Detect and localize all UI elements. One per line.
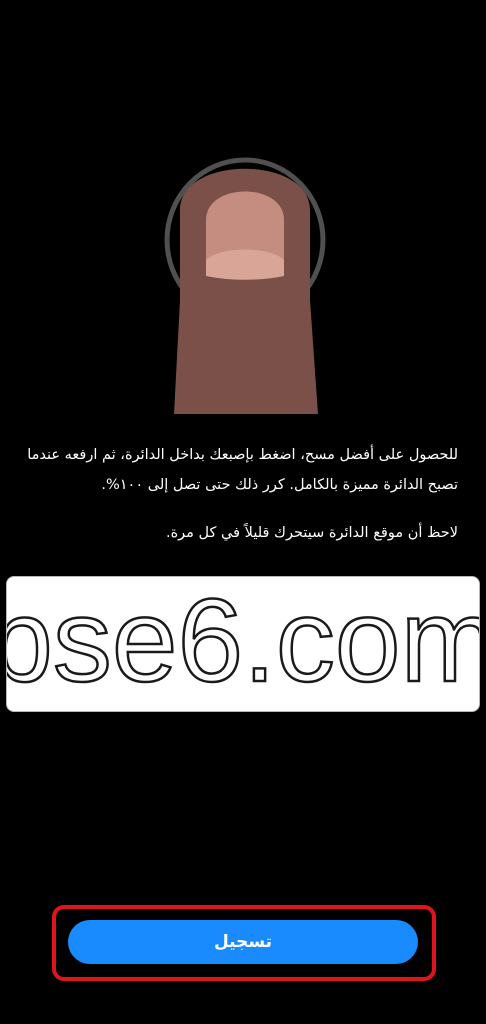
register-button[interactable]: تسجيل: [68, 920, 418, 964]
fingernail-tip: [206, 249, 284, 280]
watermark-banner: bse6.com: [6, 576, 480, 712]
finger-illustration: [164, 157, 326, 414]
watermark-text: bse6.com: [6, 576, 480, 707]
instructions: للحصول على أفضل مسح، اضغط بإصبعك بداخل ا…: [22, 440, 458, 546]
instruction-main-text: للحصول على أفضل مسح، اضغط بإصبعك بداخل ا…: [27, 447, 458, 493]
instruction-note-text: لاحظ أن موقع الدائرة سيتحرك قليلاً في كل…: [165, 525, 458, 541]
